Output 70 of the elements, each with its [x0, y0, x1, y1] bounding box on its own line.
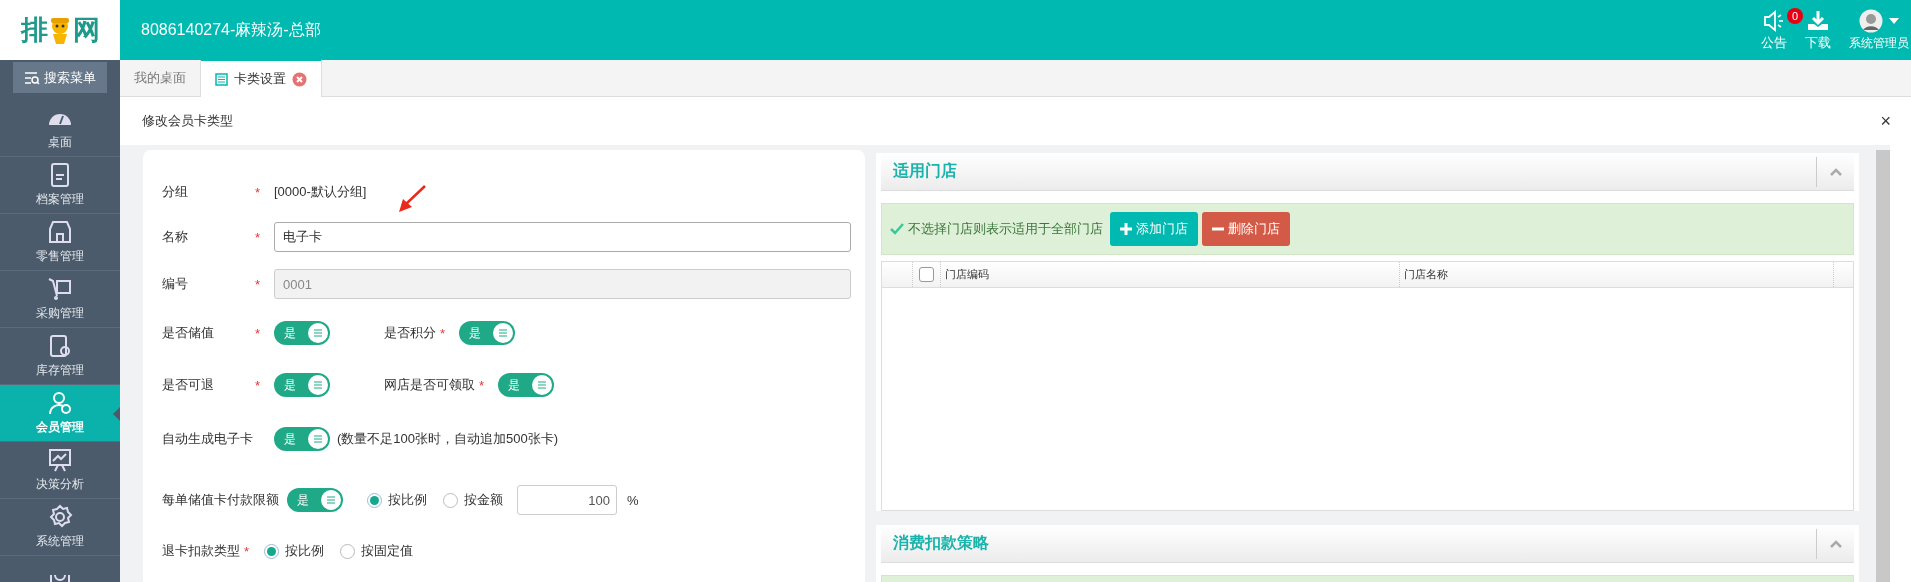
- speaker-icon: [1762, 10, 1786, 32]
- pointer-arrow: [397, 184, 427, 214]
- field-label: 每单储值卡付款限额: [162, 491, 280, 509]
- chevron-up-icon: [1829, 167, 1842, 176]
- notice-count-badge: 0: [1787, 8, 1803, 24]
- cart-icon: [47, 276, 73, 302]
- required-mark: *: [255, 276, 262, 292]
- required-mark: *: [255, 229, 262, 245]
- delete-store-button[interactable]: 删除门店: [1202, 212, 1290, 246]
- required-mark: *: [255, 377, 262, 393]
- field-label: 是否储值: [162, 324, 215, 342]
- grip-icon: [313, 381, 323, 389]
- user-label: 系统管理员: [1849, 35, 1909, 52]
- required-mark: *: [255, 184, 262, 200]
- check-icon: [890, 223, 904, 235]
- grip-icon: [313, 435, 323, 443]
- hint-text: (数量不足100张时，自动追加500张卡): [337, 430, 559, 448]
- radio-option[interactable]: 按比例: [367, 491, 427, 509]
- tab[interactable]: 卡类设置: [201, 59, 322, 97]
- download-icon: [1807, 10, 1829, 32]
- required-mark: *: [244, 543, 251, 559]
- grip-icon: [498, 329, 508, 337]
- radio-option[interactable]: 按比例: [264, 542, 324, 560]
- download-label: 下载: [1805, 34, 1831, 52]
- required-mark: *: [440, 325, 447, 341]
- select-all-checkbox[interactable]: [919, 267, 934, 282]
- field-label: 编号: [162, 275, 189, 293]
- field-label: 分组: [162, 183, 189, 201]
- plus-icon: [1120, 223, 1132, 235]
- grip-icon: [537, 381, 547, 389]
- field-label: 退卡扣款类型: [162, 542, 240, 560]
- close-icon: [292, 71, 307, 87]
- table-icon: [215, 72, 228, 86]
- section-title: 消费扣款策略: [892, 533, 989, 553]
- scrollbar[interactable]: [1876, 150, 1890, 582]
- caret-icon: [1889, 18, 1899, 24]
- avatar-icon: [1859, 9, 1883, 33]
- clipboard-search-icon: [47, 333, 73, 359]
- field-label: 名称: [162, 228, 189, 246]
- close-button[interactable]: ×: [1880, 112, 1891, 130]
- grip-icon: [313, 329, 323, 337]
- info-text: 不选择门店则表示适用于全部门店: [908, 220, 1103, 238]
- storefront-icon: [47, 219, 73, 245]
- field-label: 自动生成电子卡: [162, 430, 254, 448]
- radio-option[interactable]: 按金额: [443, 491, 503, 509]
- grip-icon: [326, 496, 336, 504]
- chart-board-icon: [47, 447, 73, 473]
- field-label: 是否可退: [162, 376, 215, 394]
- search-menu-button[interactable]: 搜索菜单: [13, 62, 107, 93]
- user-icon: [47, 390, 73, 416]
- required-mark: *: [479, 377, 486, 393]
- column-header: 门店名称: [1400, 262, 1834, 287]
- minus-icon: [1212, 227, 1224, 231]
- amount-field[interactable]: 100: [517, 485, 617, 515]
- section-title: 适用门店: [892, 161, 957, 181]
- field-label: 是否积分: [384, 324, 436, 342]
- gear-icon: [47, 504, 73, 530]
- required-mark: *: [255, 325, 262, 341]
- radio-option[interactable]: 按固定值: [340, 542, 413, 560]
- column-header: 门店编码: [941, 262, 1400, 287]
- field-value: [0000-默认分组]: [274, 183, 367, 201]
- name-field[interactable]: 电子卡: [274, 222, 851, 252]
- logo: 排 网: [0, 0, 120, 60]
- search-icon: [24, 70, 40, 85]
- notice-label: 公告: [1761, 34, 1787, 52]
- dialog-title: 修改会员卡类型: [142, 112, 233, 130]
- chevron-up-icon: [1829, 539, 1842, 548]
- unit-label: %: [627, 492, 639, 508]
- header-title: 8086140274-麻辣汤-总部: [140, 19, 322, 40]
- field-label: 网店是否可领取: [384, 376, 475, 394]
